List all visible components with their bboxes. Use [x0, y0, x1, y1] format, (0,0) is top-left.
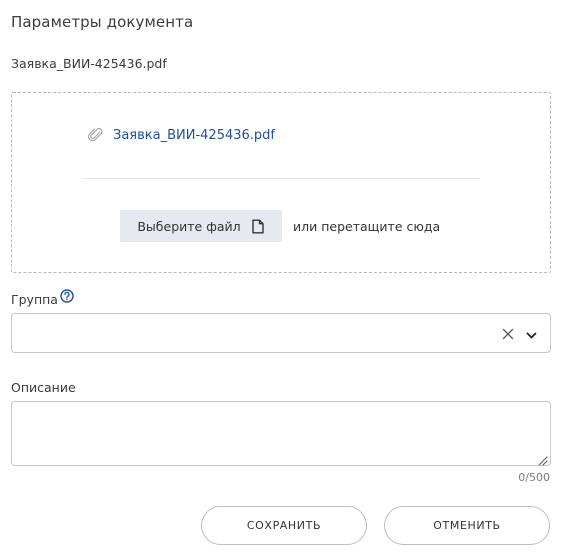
chevron-down-icon[interactable]: [525, 327, 538, 340]
group-label-text: Группа: [11, 292, 58, 307]
file-icon: [251, 219, 264, 233]
document-filename: Заявка_ВИИ-425436.pdf: [11, 56, 167, 71]
help-icon[interactable]: [60, 288, 74, 303]
save-button[interactable]: СОХРАНИТЬ: [201, 506, 367, 545]
choose-file-row: Выберите файл или перетащите сюда: [120, 210, 440, 242]
paperclip-icon: [88, 127, 104, 143]
attached-file-link[interactable]: Заявка_ВИИ-425436.pdf: [113, 128, 275, 143]
choose-file-label: Выберите файл: [137, 218, 241, 234]
cancel-button[interactable]: ОТМЕНИТЬ: [384, 506, 550, 545]
drag-hint: или перетащите сюда: [293, 218, 441, 234]
group-select[interactable]: [11, 313, 551, 353]
group-field-label: Группа: [11, 288, 74, 307]
character-counter: 0/500: [518, 471, 550, 484]
file-dropzone[interactable]: Заявка_ВИИ-425436.pdf Выберите файл или …: [11, 92, 551, 273]
dropzone-divider: [82, 178, 480, 179]
description-label: Описание: [11, 380, 76, 395]
choose-file-button[interactable]: Выберите файл: [120, 210, 282, 242]
dialog-title: Параметры документа: [11, 13, 194, 31]
resize-handle-icon[interactable]: [536, 451, 548, 466]
description-textarea[interactable]: [11, 401, 551, 466]
attached-file-row: Заявка_ВИИ-425436.pdf: [88, 127, 275, 143]
clear-icon[interactable]: [501, 326, 515, 340]
